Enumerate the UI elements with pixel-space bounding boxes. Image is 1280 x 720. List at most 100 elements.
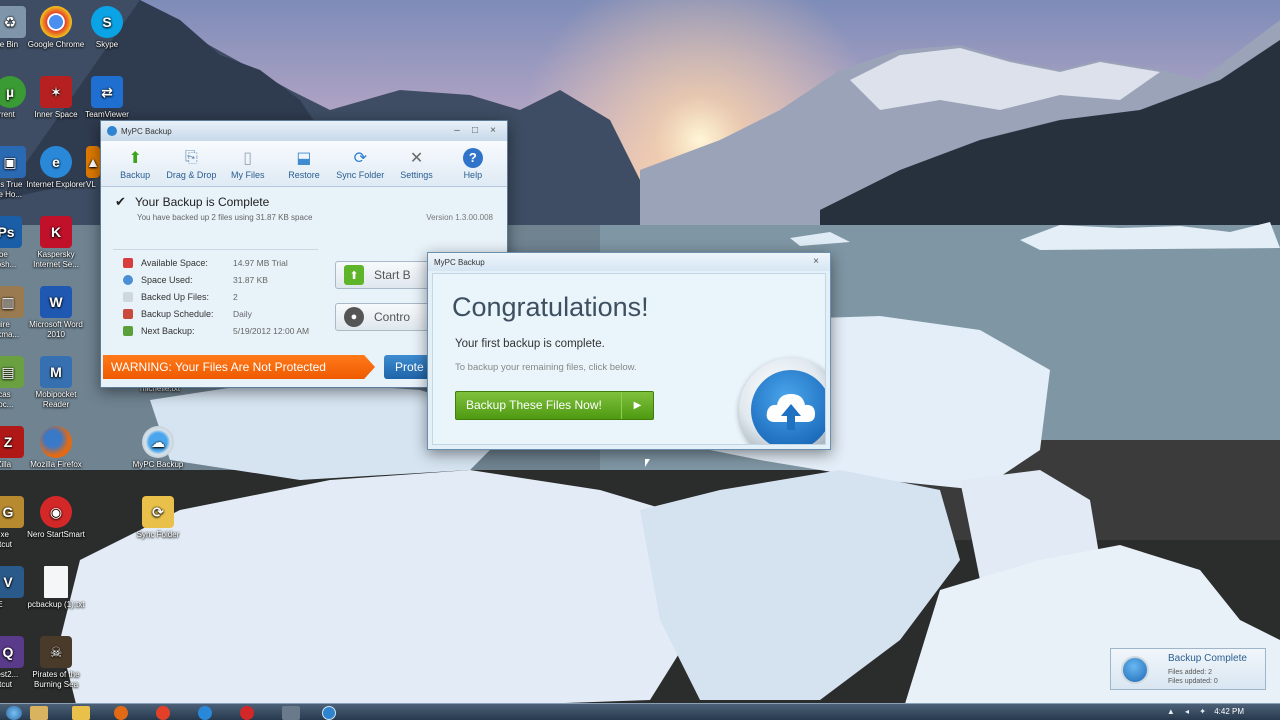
chart-icon bbox=[123, 257, 133, 268]
toolbar: ⬆ Backup ⎘ Drag & Drop ▯ My Files ⬓ Rest… bbox=[101, 141, 507, 187]
app-icon: ▤ bbox=[0, 356, 24, 388]
button-label: Backup These Files Now! bbox=[466, 398, 602, 412]
notification-files-added: Files added: 2 bbox=[1168, 669, 1212, 676]
stat-value: 2 bbox=[233, 291, 238, 302]
close-button[interactable]: × bbox=[485, 125, 501, 137]
icon-label: TeamViewer bbox=[85, 110, 129, 119]
app-shortcut-3[interactable]: G l.exe ortcut bbox=[0, 496, 24, 550]
mypc-backup-shortcut[interactable]: ☁ MyPC Backup bbox=[128, 426, 188, 470]
stat-label: Backed Up Files: bbox=[141, 291, 210, 302]
kaspersky-icon: K bbox=[40, 216, 72, 248]
start-backup-button[interactable]: ⬆ Start B bbox=[335, 261, 435, 289]
taskbar-clock[interactable]: 4:42 PM bbox=[1214, 707, 1244, 716]
mypc-backup-icon: ☁ bbox=[142, 426, 174, 458]
teamviewer-shortcut[interactable]: ⇄ TeamViewer bbox=[77, 76, 137, 120]
calendar-icon bbox=[123, 308, 133, 319]
toolbar-help-button[interactable]: ? Help bbox=[445, 141, 501, 186]
dialog-close-button[interactable]: × bbox=[808, 256, 824, 268]
taskbar-opera-icon[interactable] bbox=[240, 706, 254, 720]
recycle-bin-shortcut[interactable]: ♻ cle Bin bbox=[0, 6, 26, 50]
files-icon: ▯ bbox=[243, 149, 253, 167]
backup-these-files-button[interactable]: Backup These Files Now! ▶ bbox=[455, 391, 654, 420]
backup-complete-notification[interactable]: Backup Complete Files added: 2 Files upd… bbox=[1110, 648, 1266, 690]
warning-message: WARNING: Your Files Are Not Protected bbox=[103, 355, 375, 379]
word-shortcut[interactable]: W Microsoft Word 2010 bbox=[26, 286, 86, 340]
app-icon: Q bbox=[0, 636, 24, 668]
stat-value: 14.97 MB Trial bbox=[233, 257, 288, 268]
kaspersky-shortcut[interactable]: K Kaspersky Internet Se... bbox=[26, 216, 86, 270]
icon-label: Sync Folder bbox=[136, 530, 180, 539]
pirates-shortcut[interactable]: ☠ Pirates of the Burning Sea bbox=[26, 636, 86, 690]
stat-value: 31.87 KB bbox=[233, 274, 268, 285]
toolbar-settings-button[interactable]: ✕ Settings bbox=[388, 141, 444, 186]
system-tray[interactable]: ▲ ◂ ✦ bbox=[1167, 707, 1210, 716]
control-panel-button[interactable]: ● Contro bbox=[335, 303, 435, 331]
toolbar-label: Help bbox=[463, 169, 483, 180]
arrow-icon bbox=[123, 325, 133, 336]
start-button[interactable] bbox=[6, 706, 22, 720]
dialog-heading: Congratulations! bbox=[452, 292, 649, 322]
toolbar-label: Restore bbox=[288, 169, 320, 180]
icon-label: eZilla bbox=[0, 460, 12, 469]
taskbar-explorer-icon[interactable] bbox=[30, 706, 48, 720]
minimize-button[interactable]: – bbox=[449, 125, 465, 137]
nero-shortcut[interactable]: ◉ Nero StartSmart bbox=[26, 496, 86, 540]
stat-label: Available Space: bbox=[141, 257, 208, 268]
taskbar-chrome-icon[interactable] bbox=[156, 706, 170, 720]
app-shortcut-4[interactable]: V VE bbox=[0, 566, 24, 610]
taskbar-ie-icon[interactable] bbox=[198, 706, 212, 720]
firefox-icon bbox=[40, 426, 72, 458]
toolbar-drag-drop-button[interactable]: ⎘ Drag & Drop bbox=[163, 141, 219, 186]
internet-explorer-shortcut[interactable]: e Internet Explorer bbox=[26, 146, 86, 190]
pie-icon bbox=[123, 274, 133, 285]
icon-label: quire Skma... bbox=[0, 320, 20, 339]
pcbackup-txt-shortcut[interactable]: pcbackup (1).txt bbox=[26, 566, 86, 610]
cloud-icon bbox=[1121, 656, 1149, 684]
teamviewer-icon: ⇄ bbox=[91, 76, 123, 108]
vlc-shortcut[interactable]: ▲ VL bbox=[86, 146, 100, 190]
toolbar-restore-button[interactable]: ⬓ Restore bbox=[276, 141, 332, 186]
mobipocket-shortcut[interactable]: M Mobipocket Reader bbox=[26, 356, 86, 410]
taskbar-folder-icon[interactable] bbox=[72, 706, 90, 720]
skype-icon: S bbox=[91, 6, 123, 38]
icon-label: VL bbox=[86, 180, 96, 189]
acronis-icon: ▣ bbox=[0, 146, 26, 178]
toolbar-backup-button[interactable]: ⬆ Backup bbox=[107, 141, 163, 186]
icon-label: nis True ge Ho... bbox=[0, 180, 23, 199]
sync-folder-icon: ⟳ bbox=[142, 496, 174, 528]
checkmark-icon: ✔ bbox=[115, 194, 126, 209]
toolbar-label: Drag & Drop bbox=[166, 169, 217, 180]
photoshop-icon: Ps bbox=[0, 216, 22, 248]
taskbar-mypc-backup-icon[interactable] bbox=[322, 706, 336, 720]
app-shortcut-2[interactable]: ▤ nicas nloc... bbox=[0, 356, 24, 410]
backup-status: ✔ Your Backup is Complete You have backe… bbox=[101, 187, 507, 231]
utorrent-shortcut[interactable]: µ orrent bbox=[0, 76, 26, 120]
stat-label: Space Used: bbox=[141, 274, 193, 285]
text-file-icon bbox=[44, 566, 68, 598]
toolbar-my-files-button[interactable]: ▯ My Files bbox=[220, 141, 276, 186]
nero-icon: ◉ bbox=[40, 496, 72, 528]
dialog-titlebar[interactable]: MyPC Backup × bbox=[428, 253, 830, 271]
filezilla-shortcut[interactable]: Z eZilla bbox=[0, 426, 24, 470]
toolbar-sync-folder-button[interactable]: ⟳ Sync Folder bbox=[332, 141, 388, 186]
sync-folder-shortcut[interactable]: ⟳ Sync Folder bbox=[128, 496, 188, 540]
acronis-shortcut[interactable]: ▣ nis True ge Ho... bbox=[0, 146, 26, 200]
maximize-button[interactable]: □ bbox=[467, 125, 483, 137]
filezilla-icon: Z bbox=[0, 426, 24, 458]
mouse-cursor-icon bbox=[645, 459, 650, 467]
help-icon: ? bbox=[462, 147, 483, 168]
app-shortcut-5[interactable]: Q uest2... ortcut bbox=[0, 636, 24, 690]
taskbar-app-icon[interactable] bbox=[282, 706, 300, 720]
taskbar-firefox-icon[interactable] bbox=[114, 706, 128, 720]
utorrent-icon: µ bbox=[0, 76, 26, 108]
notification-title: Backup Complete bbox=[1168, 653, 1247, 664]
firefox-shortcut[interactable]: Mozilla Firefox bbox=[26, 426, 86, 470]
inner-space-icon: ✶ bbox=[40, 76, 72, 108]
icon-label: Skype bbox=[95, 40, 119, 49]
vlc-icon: ▲ bbox=[86, 146, 100, 178]
skype-shortcut[interactable]: S Skype bbox=[77, 6, 137, 50]
app-shortcut-1[interactable]: ▥ quire Skma... bbox=[0, 286, 24, 340]
photoshop-shortcut[interactable]: Ps dobe otosh... bbox=[0, 216, 22, 270]
chrome-icon bbox=[40, 6, 72, 38]
window-titlebar[interactable]: MyPC Backup – □ × bbox=[101, 121, 507, 141]
